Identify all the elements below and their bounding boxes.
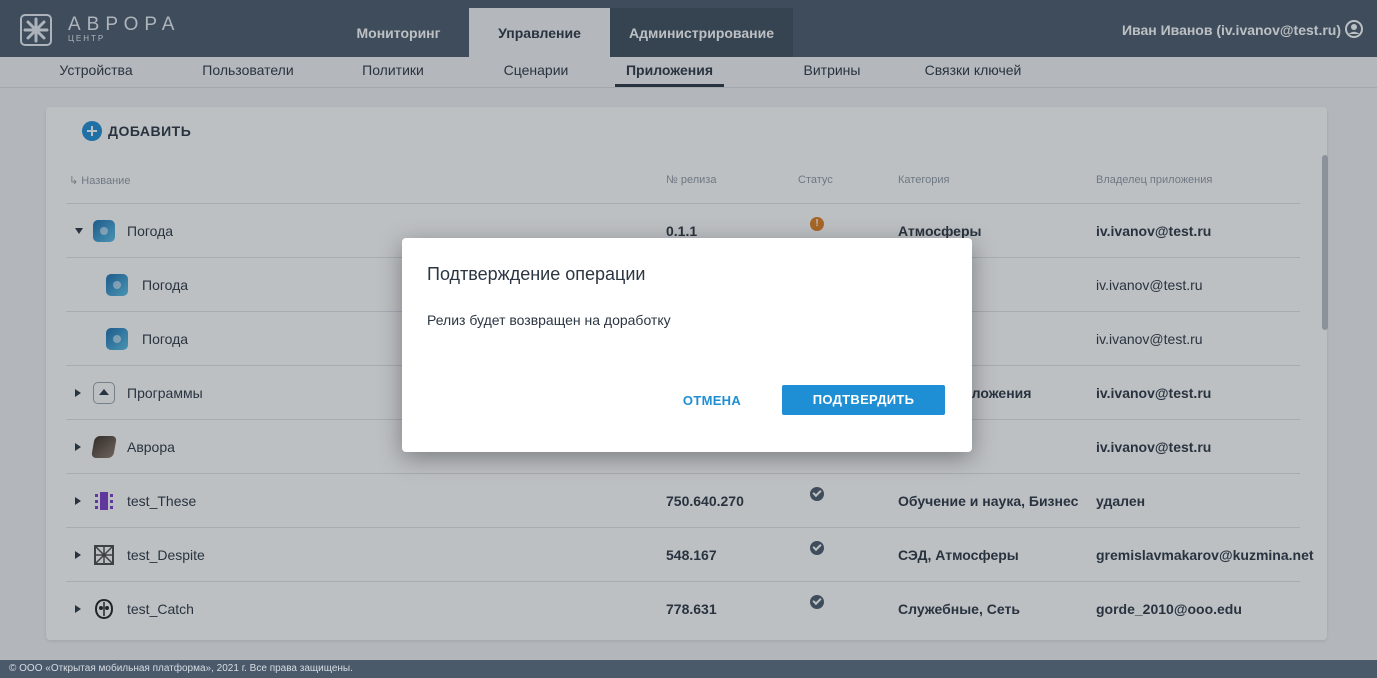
footer-copyright: © ООО «Открытая мобильная платформа», 20… — [0, 660, 1377, 678]
confirm-dialog: Подтверждение операции Релиз будет возвр… — [402, 238, 972, 452]
cancel-button[interactable]: ОТМЕНА — [672, 386, 752, 416]
dialog-message: Релиз будет возвращен на доработку — [427, 312, 671, 328]
dialog-title: Подтверждение операции — [427, 264, 646, 284]
confirm-button[interactable]: ПОДТВЕРДИТЬ — [782, 385, 945, 415]
